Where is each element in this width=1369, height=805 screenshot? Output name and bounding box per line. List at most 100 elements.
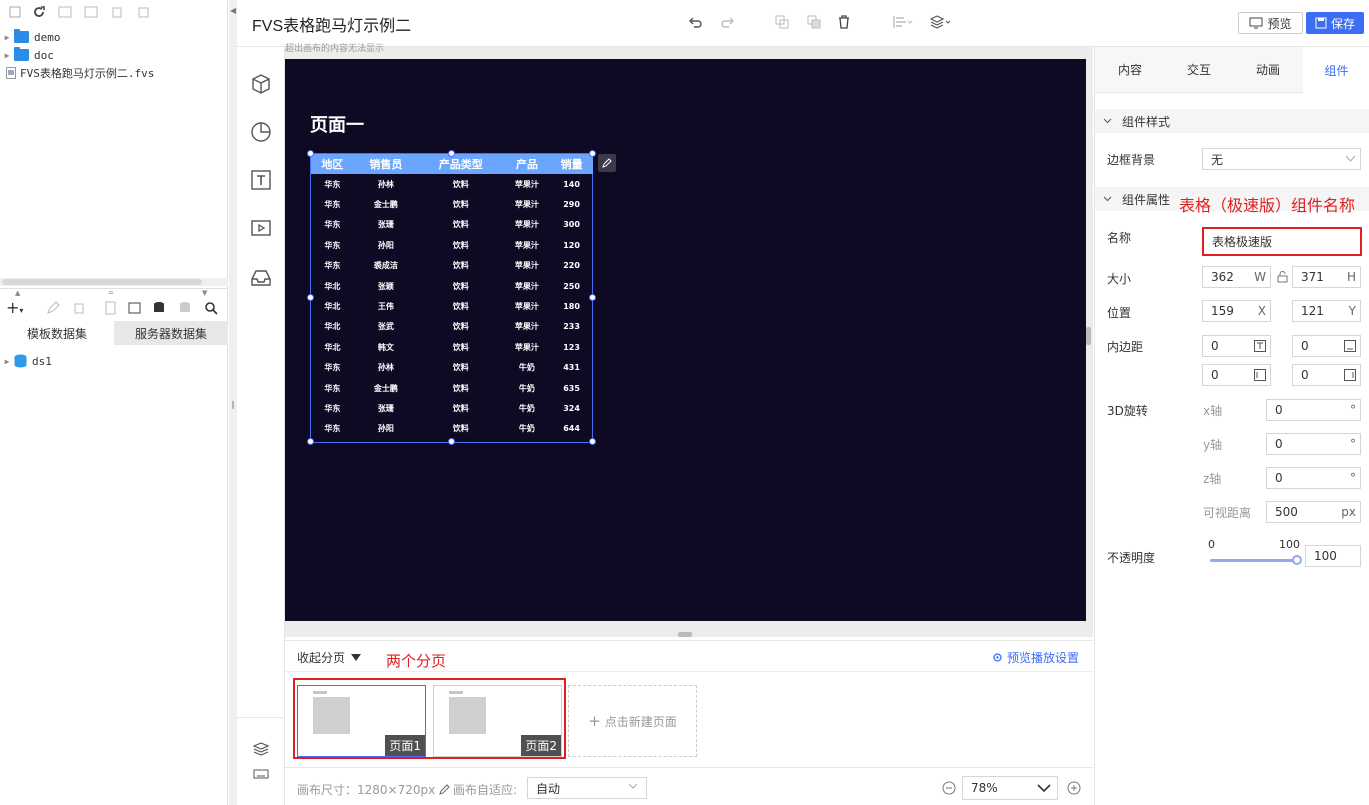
- refresh-icon[interactable]: [32, 5, 48, 21]
- left-splitter[interactable]: ◀ ‖: [229, 0, 237, 805]
- resize-handle[interactable]: [589, 294, 596, 301]
- redo-icon[interactable]: [720, 15, 736, 31]
- expand-icon[interactable]: ▶: [0, 51, 14, 60]
- tree-item-file[interactable]: FVS表格跑马灯示例二.fvs: [6, 64, 154, 82]
- settings-icon[interactable]: [84, 5, 100, 21]
- name-input[interactable]: 表格极速版: [1202, 227, 1362, 256]
- keyboard-icon[interactable]: [253, 767, 269, 781]
- database-icon[interactable]: [152, 301, 166, 315]
- preview-button[interactable]: 预览: [1238, 12, 1303, 34]
- database-settings-icon[interactable]: [178, 301, 192, 315]
- resize-handle[interactable]: [589, 150, 596, 157]
- padding-top-input[interactable]: 0: [1202, 335, 1271, 357]
- save-button[interactable]: 保存: [1306, 12, 1364, 34]
- inbox-icon[interactable]: [250, 267, 272, 289]
- splitter[interactable]: ▲ = ▼: [0, 288, 228, 297]
- x-rotate-input[interactable]: 0 °: [1266, 399, 1361, 421]
- tab-component[interactable]: 组件: [1303, 47, 1369, 93]
- table-cell: 孙林: [377, 179, 394, 189]
- tab-server-dataset[interactable]: 服务器数据集: [114, 321, 228, 345]
- layers-icon[interactable]: [253, 741, 269, 757]
- add-dataset-icon[interactable]: +▾: [6, 298, 23, 317]
- page-thumbnail-1[interactable]: 页面1: [297, 685, 426, 757]
- copy-icon[interactable]: [136, 5, 152, 21]
- table-component[interactable]: 地区 销售员 产品类型 产品 销量 华东 孙林 饮料 苹果汁 140 华东 金士鹏 饮料 苹果汁 290 华…: [307, 150, 596, 445]
- align-icon[interactable]: [892, 15, 914, 29]
- tab-animation[interactable]: 动画: [1233, 47, 1303, 93]
- paste-icon[interactable]: [807, 15, 821, 29]
- section-component-style[interactable]: 组件样式: [1095, 109, 1369, 133]
- search-icon[interactable]: [204, 301, 218, 315]
- delete-icon[interactable]: [837, 15, 851, 29]
- dataset-edit-icon[interactable]: [128, 301, 142, 315]
- new-page-button[interactable]: + 点击新建页面: [568, 685, 697, 757]
- resize-handle[interactable]: [589, 438, 596, 445]
- template-icon[interactable]: [58, 5, 74, 21]
- padding-right-input[interactable]: 0: [1292, 364, 1361, 386]
- tab-template-dataset[interactable]: 模板数据集: [0, 321, 114, 345]
- preview-settings-link[interactable]: 预览播放设置: [992, 649, 1079, 666]
- tree-item-demo[interactable]: ▶ demo: [0, 28, 61, 46]
- status-bar: 画布尺寸：1280×720px 画布自适应: 自动 78%: [285, 767, 1093, 805]
- table-cell: 张颖: [377, 281, 394, 291]
- y-rotate-input[interactable]: 0 °: [1266, 433, 1361, 455]
- border-bg-select[interactable]: 无: [1202, 148, 1361, 170]
- tab-content[interactable]: 内容: [1095, 47, 1165, 93]
- table-cell: 华东: [324, 403, 341, 413]
- vertical-scroll-thumb[interactable]: [1086, 327, 1091, 345]
- delete-icon[interactable]: [72, 301, 86, 315]
- chart-pie-icon[interactable]: [250, 121, 272, 143]
- undo-icon[interactable]: [687, 15, 703, 31]
- expand-icon[interactable]: ▶: [0, 33, 14, 42]
- expand-icon[interactable]: ▶: [0, 357, 14, 366]
- border-bg-label: 边框背景: [1107, 153, 1156, 167]
- canvas[interactable]: 页面一 地区 销售员 产品类型 产品 销量 华东 孙林 饮料 苹果汁 140 华东 金士鹏 饮料 苹果汁…: [285, 59, 1086, 621]
- tab-interaction[interactable]: 交互: [1165, 47, 1233, 93]
- opacity-input[interactable]: 100: [1305, 545, 1361, 567]
- collapse-pages-toggle[interactable]: 收起分页: [297, 649, 362, 666]
- resize-handle[interactable]: [448, 150, 455, 157]
- top-bar: FVS表格跑马灯示例二 预览 保存: [237, 0, 1369, 47]
- page-thumbnail-2[interactable]: 页面2: [433, 685, 562, 757]
- canvas-page-title: 页面一: [310, 115, 364, 136]
- edit-icon[interactable]: [46, 301, 60, 315]
- opacity-slider[interactable]: [1210, 555, 1302, 565]
- media-icon[interactable]: [250, 217, 272, 239]
- width-input[interactable]: 362 W: [1202, 266, 1271, 288]
- pencil-icon[interactable]: [439, 784, 450, 795]
- copy-icon[interactable]: [775, 15, 789, 29]
- tree-item-doc[interactable]: ▶ doc: [0, 46, 54, 64]
- 3d-cube-icon[interactable]: [250, 73, 272, 95]
- new-file-icon[interactable]: [8, 5, 24, 21]
- pos-y-input[interactable]: 121 Y: [1292, 300, 1361, 322]
- resize-handle[interactable]: [448, 438, 455, 445]
- resize-handle[interactable]: [307, 294, 314, 301]
- caret-down-icon: [351, 654, 362, 661]
- dataset-item-ds1[interactable]: ▶ ds1: [0, 352, 52, 370]
- adapt-select[interactable]: 自动: [527, 777, 647, 799]
- zoom-in-icon[interactable]: [1067, 781, 1081, 795]
- view-distance-input[interactable]: 500 px: [1266, 501, 1361, 523]
- zoom-out-icon[interactable]: [942, 781, 956, 795]
- canvas-size[interactable]: 画布尺寸：1280×720px: [297, 781, 450, 798]
- z-rotate-input[interactable]: 0 °: [1266, 467, 1361, 489]
- horizontal-scrollbar[interactable]: [0, 278, 228, 286]
- zoom-select[interactable]: 78%: [962, 776, 1058, 800]
- layers-icon[interactable]: [930, 15, 952, 29]
- height-input[interactable]: 371 H: [1292, 266, 1361, 288]
- padding-bottom-input[interactable]: 0: [1292, 335, 1361, 357]
- preview-data-icon[interactable]: [104, 301, 118, 315]
- table-cell: 王伟: [377, 302, 394, 312]
- padding-left-input[interactable]: 0: [1202, 364, 1271, 386]
- edit-component-button[interactable]: [598, 154, 616, 172]
- opacity-slider-knob[interactable]: [1292, 555, 1302, 565]
- chevron-down-icon: [628, 781, 638, 791]
- delete-icon[interactable]: [110, 5, 126, 21]
- resize-handle[interactable]: [307, 438, 314, 445]
- text-icon[interactable]: [250, 169, 272, 191]
- lock-ratio-icon[interactable]: [1277, 271, 1288, 283]
- pos-x-input[interactable]: 159 X: [1202, 300, 1271, 322]
- horizontal-scroll-thumb[interactable]: [678, 632, 692, 637]
- chevron-down-icon: [1037, 782, 1051, 794]
- resize-handle[interactable]: [307, 150, 314, 157]
